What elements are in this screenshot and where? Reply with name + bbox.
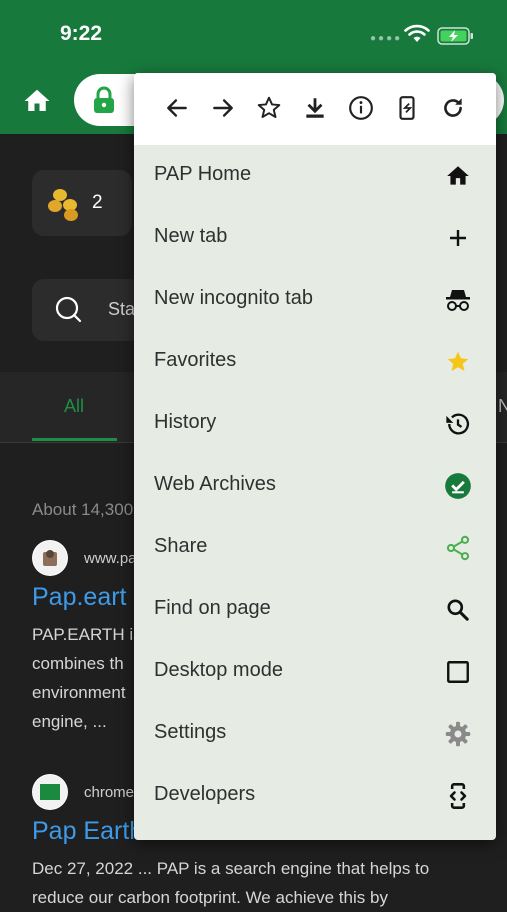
incognito-icon (444, 286, 472, 314)
menu-item-developers[interactable]: Developers (134, 765, 496, 827)
status-bar: 9:22 ●●●● (0, 0, 507, 70)
menu-item-share[interactable]: Share (134, 517, 496, 579)
home-icon (444, 162, 472, 190)
browser-overflow-menu: PAP Home New tab New incognito tab Favor… (134, 73, 496, 840)
menu-item-history[interactable]: History (134, 393, 496, 455)
star-outline-icon[interactable] (254, 93, 284, 123)
menu-item-label: History (154, 411, 217, 433)
menu-item-label: New incognito tab (154, 287, 313, 309)
history-icon (444, 410, 472, 438)
coin-balance-card[interactable]: 2 (32, 170, 132, 236)
menu-item-desktop-mode[interactable]: Desktop mode (134, 641, 496, 703)
menu-item-label: PAP Home (154, 163, 252, 185)
site-favicon (32, 540, 68, 576)
menu-item-find-on-page[interactable]: Find on page (134, 579, 496, 641)
menu-item-label: Favorites (154, 349, 237, 371)
back-arrow-icon[interactable] (162, 93, 192, 123)
result-snippet: Dec 27, 2022 ... PAP is a search engine … (32, 854, 472, 912)
refresh-icon[interactable] (438, 93, 468, 123)
tab-all[interactable]: All (64, 396, 84, 417)
checkbox-icon[interactable] (444, 658, 472, 686)
search-icon (55, 296, 82, 323)
search-input[interactable]: Sta (32, 279, 142, 341)
menu-item-label: Web Archives (154, 473, 276, 495)
site-favicon (32, 774, 68, 810)
menu-item-pap-home[interactable]: PAP Home (134, 145, 496, 207)
menu-item-new-incognito-tab[interactable]: New incognito tab (134, 269, 496, 331)
check-circle-icon (444, 472, 472, 500)
menu-item-favorites[interactable]: Favorites (134, 331, 496, 393)
coins-icon (48, 189, 78, 221)
menu-item-label: Find on page (154, 597, 271, 619)
menu-item-label: Settings (154, 721, 227, 743)
download-icon[interactable] (300, 93, 330, 123)
info-icon[interactable] (346, 93, 376, 123)
developer-icon (444, 782, 472, 810)
home-icon[interactable] (22, 86, 52, 116)
gear-icon (444, 720, 472, 748)
menu-item-label: Desktop mode (154, 659, 283, 681)
active-tab-indicator (32, 438, 117, 441)
phone-view-icon[interactable] (392, 93, 422, 123)
snippet-line: reduce our carbon footprint. We achieve … (32, 888, 388, 907)
result-domain: www.pa (84, 550, 137, 567)
snippet-line: Dec 27, 2022 ... PAP is a search engine … (32, 859, 430, 878)
wifi-icon (404, 24, 430, 42)
results-count: About 14,300 (32, 500, 134, 519)
menu-item-label: Developers (154, 783, 256, 805)
menu-item-label: New tab (154, 225, 228, 247)
result-title-link[interactable]: Pap Earth (32, 817, 143, 846)
menu-item-new-tab[interactable]: New tab (134, 207, 496, 269)
coin-count: 2 (92, 192, 103, 213)
search-icon (444, 596, 472, 624)
lock-icon (94, 86, 114, 113)
menu-item-web-archives[interactable]: Web Archives (134, 455, 496, 517)
result-domain: chrome (84, 784, 135, 801)
forward-arrow-icon[interactable] (208, 93, 238, 123)
search-placeholder: Sta (108, 299, 136, 319)
menu-item-label: Share (154, 535, 208, 557)
signal-dots-icon: ●●●● (370, 33, 403, 44)
star-icon (444, 348, 472, 376)
menu-item-settings[interactable]: Settings (134, 703, 496, 765)
result-title-link[interactable]: Pap.eart (32, 583, 127, 612)
status-time: 9:22 (60, 22, 103, 45)
tab-next[interactable]: N (498, 396, 507, 417)
plus-icon (444, 224, 472, 252)
menu-toolbar (134, 73, 496, 145)
battery-charging-icon (437, 27, 473, 45)
share-icon (444, 534, 472, 562)
